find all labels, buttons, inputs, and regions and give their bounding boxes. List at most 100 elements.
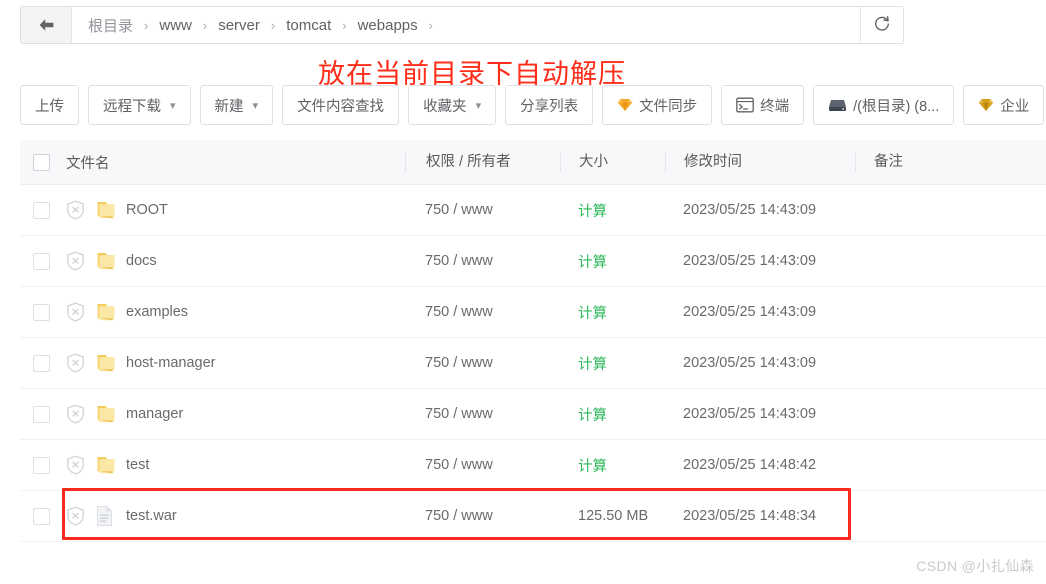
share-list-button[interactable]: 分享列表 — [505, 85, 594, 125]
file-permission-label[interactable]: 750 / www — [405, 253, 560, 269]
breadcrumb-item-1[interactable]: www — [157, 17, 194, 34]
column-header-name[interactable]: 文件名 — [62, 152, 405, 173]
file-sync-button[interactable]: 文件同步 — [602, 85, 713, 125]
breadcrumb-item-0[interactable]: 根目录 — [86, 15, 135, 36]
table-row[interactable]: test 750 / www 计算 2023/05/25 14:48:42 — [20, 440, 1046, 491]
terminal-button[interactable]: 终端 — [721, 85, 805, 125]
diamond-icon — [617, 98, 633, 112]
file-modified-label: 2023/05/25 14:43:09 — [683, 355, 817, 371]
row-checkbox[interactable] — [32, 405, 50, 423]
back-button[interactable] — [21, 7, 72, 43]
new-button[interactable]: 新建 ▾ — [199, 85, 274, 125]
file-size-cell: 计算 — [560, 302, 665, 323]
chevron-down-icon: ▾ — [252, 99, 259, 112]
file-name-cell[interactable]: docs — [62, 251, 405, 271]
row-checkbox[interactable] — [32, 354, 50, 372]
shield-x-icon[interactable] — [66, 506, 86, 526]
favorites-button-label: 收藏夹 — [423, 98, 467, 115]
upload-button[interactable]: 上传 — [20, 85, 79, 125]
breadcrumb-separator: › — [270, 17, 276, 33]
row-checkbox[interactable] — [32, 201, 50, 219]
file-name-label[interactable]: test — [126, 457, 149, 473]
shield-x-icon[interactable] — [66, 200, 86, 220]
file-name-label[interactable]: ROOT — [126, 202, 168, 218]
file-content-search-button[interactable]: 文件内容查找 — [282, 85, 400, 125]
file-size-cell: 计算 — [560, 251, 665, 272]
shield-x-icon[interactable] — [66, 404, 86, 424]
toolbar: 上传 远程下载 ▾ 新建 ▾ 文件内容查找 收藏夹 ▾ 分享列表 文件同步 终端… — [20, 84, 1046, 126]
row-checkbox[interactable] — [32, 303, 50, 321]
calculate-size-link[interactable]: 计算 — [578, 306, 607, 322]
folder-icon — [95, 353, 117, 373]
favorites-button[interactable]: 收藏夹 ▾ — [408, 85, 497, 125]
file-size-label: 125.50 MB — [578, 508, 649, 524]
file-size-cell: 计算 — [560, 404, 665, 425]
arrow-left-icon — [38, 18, 55, 32]
file-permission-label[interactable]: 750 / www — [405, 406, 560, 422]
file-name-label[interactable]: manager — [126, 406, 183, 422]
file-size-cell: 计算 — [560, 455, 665, 476]
refresh-button[interactable] — [860, 7, 903, 43]
row-checkbox-cell — [20, 354, 62, 372]
file-name-cell[interactable]: ROOT — [62, 200, 405, 220]
table-row[interactable]: ROOT 750 / www 计算 2023/05/25 14:43:09 — [20, 185, 1046, 236]
column-header-note[interactable]: 备注 — [855, 152, 1046, 172]
file-name-label[interactable]: host-manager — [126, 355, 215, 371]
file-permission-label[interactable]: 750 / www — [405, 304, 560, 320]
terminal-button-label: 终端 — [760, 98, 790, 115]
file-name-label[interactable]: docs — [126, 253, 157, 269]
row-checkbox-cell — [20, 507, 62, 525]
file-permission-label[interactable]: 750 / www — [405, 457, 560, 473]
breadcrumb-item-3[interactable]: tomcat — [284, 17, 333, 34]
row-checkbox-cell — [20, 456, 62, 474]
enterprise-button[interactable]: 企业 — [963, 85, 1045, 125]
file-modified-label: 2023/05/25 14:43:09 — [683, 202, 817, 218]
table-row[interactable]: examples 750 / www 计算 2023/05/25 14:43:09 — [20, 287, 1046, 338]
file-permission-label[interactable]: 750 / www — [405, 508, 560, 524]
table-row[interactable]: docs 750 / www 计算 2023/05/25 14:43:09 — [20, 236, 1046, 287]
calculate-size-link[interactable]: 计算 — [578, 408, 607, 424]
file-name-label[interactable]: examples — [126, 304, 188, 320]
file-permission-label[interactable]: 750 / www — [405, 202, 560, 218]
file-name-cell[interactable]: examples — [62, 302, 405, 322]
column-header-modified[interactable]: 修改时间 — [665, 152, 855, 172]
file-name-cell[interactable]: test.war — [62, 505, 405, 527]
file-name-cell[interactable]: host-manager — [62, 353, 405, 373]
file-modified-label: 2023/05/25 14:43:09 — [683, 304, 817, 320]
calculate-size-link[interactable]: 计算 — [578, 357, 607, 373]
select-all-checkbox[interactable] — [32, 153, 50, 171]
row-checkbox[interactable] — [32, 456, 50, 474]
file-modified-label: 2023/05/25 14:48:42 — [683, 457, 817, 473]
calculate-size-link[interactable]: 计算 — [578, 459, 607, 475]
remote-download-button[interactable]: 远程下载 ▾ — [88, 85, 191, 125]
calculate-size-link[interactable]: 计算 — [578, 255, 607, 271]
shield-x-icon[interactable] — [66, 455, 86, 475]
table-row[interactable]: host-manager 750 / www 计算 2023/05/25 14:43:… — [20, 338, 1046, 389]
calculate-size-link[interactable]: 计算 — [578, 204, 607, 220]
file-icon — [95, 505, 117, 527]
row-checkbox[interactable] — [32, 507, 50, 525]
row-checkbox-cell — [20, 405, 62, 423]
shield-x-icon[interactable] — [66, 353, 86, 373]
breadcrumb-separator: › — [144, 17, 149, 33]
shield-x-icon[interactable] — [66, 251, 86, 271]
folder-icon — [95, 455, 117, 475]
column-header-size[interactable]: 大小 — [560, 152, 665, 172]
file-name-cell[interactable]: test — [62, 455, 405, 475]
share-list-button-label: 分享列表 — [520, 98, 579, 115]
enterprise-button-label: 企业 — [1000, 98, 1030, 115]
folder-icon — [95, 251, 117, 271]
file-permission-label[interactable]: 750 / www — [405, 355, 560, 371]
file-name-label[interactable]: test.war — [126, 508, 177, 524]
column-header-permission[interactable]: 权限 / 所有者 — [405, 152, 560, 172]
table-row[interactable]: test.war 750 / www 125.50 MB 2023/05/25 14:… — [20, 491, 1046, 542]
breadcrumb-item-2[interactable]: server — [216, 17, 262, 34]
file-content-search-button-label: 文件内容查找 — [297, 98, 385, 115]
breadcrumb: 根目录 › www › server › tomcat › webapps › — [72, 7, 860, 43]
shield-x-icon[interactable] — [66, 302, 86, 322]
table-row[interactable]: manager 750 / www 计算 2023/05/25 14:43:09 — [20, 389, 1046, 440]
row-checkbox[interactable] — [32, 252, 50, 270]
breadcrumb-item-4[interactable]: webapps — [356, 17, 420, 34]
file-name-cell[interactable]: manager — [62, 404, 405, 424]
disk-root-button[interactable]: /(根目录) (8... — [813, 85, 955, 125]
